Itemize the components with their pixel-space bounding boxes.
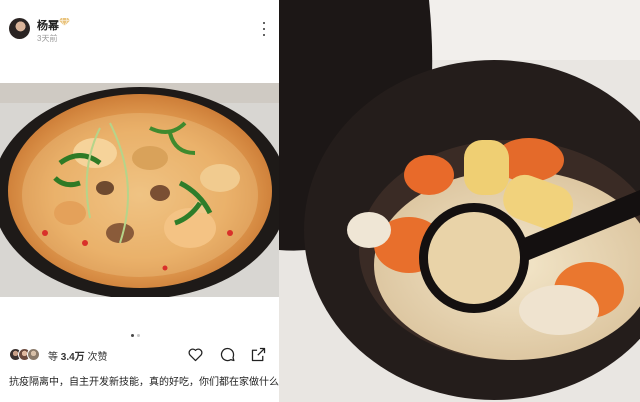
post-photo-porridge[interactable] bbox=[0, 83, 279, 297]
likes-count: 3.4万 bbox=[60, 352, 85, 363]
gem-icon bbox=[59, 18, 70, 26]
username[interactable]: 杨幂 bbox=[37, 17, 59, 33]
likes-prefix: 等 bbox=[48, 352, 58, 363]
liker-avatars[interactable] bbox=[9, 348, 43, 361]
avatar[interactable] bbox=[9, 18, 30, 39]
heart-icon[interactable] bbox=[187, 346, 204, 363]
comment-icon[interactable] bbox=[219, 346, 236, 363]
carousel-dot bbox=[137, 334, 140, 337]
post-card: 杨幂 3天前 等 3.4万 次赞 抗疫隔离中，自主开发新技能，真的好吃，你们都在… bbox=[0, 0, 289, 402]
more-vertical-icon[interactable] bbox=[261, 22, 267, 36]
likes-summary[interactable]: 等 3.4万 次赞 bbox=[48, 348, 107, 363]
carousel-dot-active bbox=[131, 334, 134, 337]
liker-avatar bbox=[27, 348, 40, 361]
likes-suffix: 次赞 bbox=[87, 352, 108, 363]
post-time: 3天前 bbox=[37, 34, 58, 43]
carousel-indicator bbox=[131, 334, 147, 338]
soup-pot-photo bbox=[279, 0, 640, 402]
post-caption: 抗疫隔离中，自主开发新技能，真的好吃，你们都在家做什么？ bbox=[9, 377, 289, 388]
share-icon[interactable] bbox=[250, 346, 267, 363]
